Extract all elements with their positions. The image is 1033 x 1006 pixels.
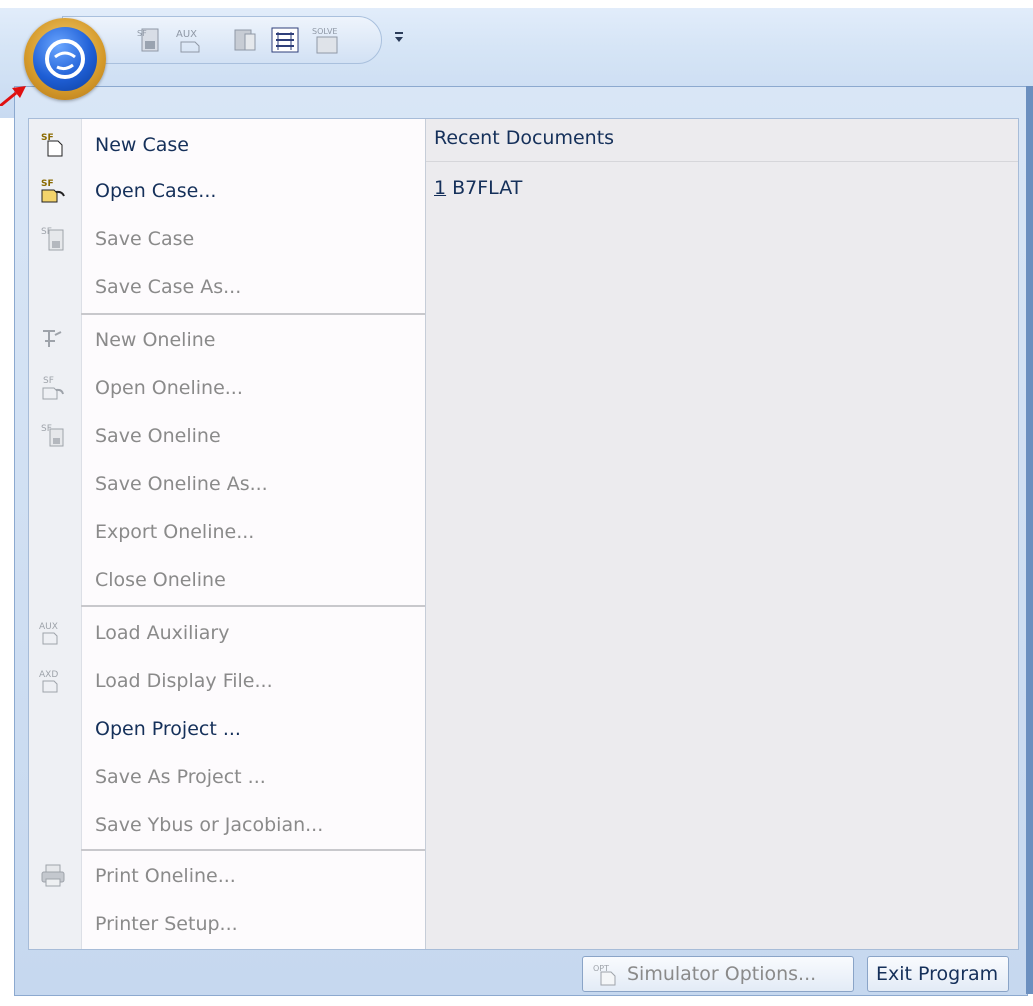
menu-item-new-oneline[interactable]: New Oneline [29, 317, 425, 363]
menu-item-label: Load Auxiliary [95, 622, 230, 644]
recent-documents-header: Recent Documents [426, 119, 1018, 162]
save-case-icon[interactable]: SF [133, 24, 165, 56]
window-right-edge [1026, 86, 1033, 994]
menu-item-save-as-project[interactable]: Save As Project ... [29, 754, 425, 800]
new-case-icon: SF [39, 130, 67, 158]
menu-item-label: Open Case... [95, 180, 217, 202]
recent-documents-title: Recent Documents [434, 127, 615, 149]
menu-item-label: Save As Project ... [95, 766, 266, 788]
exit-program-label: Exit Program [876, 963, 999, 985]
open-case-icon: SF [39, 176, 67, 204]
menu-item-label: Print Oneline... [95, 865, 236, 887]
svg-text:SOLVE: SOLVE [312, 27, 337, 36]
simulator-options-button[interactable]: OPT Simulator Options... [582, 956, 854, 992]
oneline-icon[interactable] [269, 24, 301, 56]
menu-item-label: Save Ybus or Jacobian... [95, 814, 324, 836]
options-icon: OPT [591, 962, 621, 986]
menu-item-open-project[interactable]: Open Project ... [29, 706, 425, 752]
load-auxiliary-icon[interactable]: AUX [175, 24, 207, 56]
menu-item-save-oneline-as[interactable]: Save Oneline As... [29, 461, 425, 507]
window-top-edge [0, 0, 1033, 8]
open-oneline-icon: SF [39, 373, 67, 401]
quick-access-toolbar: SF AUX SOLVE [62, 16, 382, 64]
menu-item-label: Export Oneline... [95, 521, 255, 543]
save-icon[interactable] [229, 24, 261, 56]
menu-separator [81, 313, 425, 315]
menu-item-label: Save Oneline [95, 425, 221, 447]
recent-document-item[interactable]: 1 B7FLAT [434, 177, 522, 199]
new-oneline-icon [39, 325, 67, 353]
globe-orb-icon [33, 27, 97, 91]
svg-text:SF: SF [43, 376, 54, 386]
menu-footer: OPT Simulator Options... Exit Program [14, 948, 1026, 994]
svg-text:AXD: AXD [39, 670, 58, 680]
menu-item-load-auxiliary[interactable]: AUX Load Auxiliary [29, 610, 425, 656]
menu-item-label: New Oneline [95, 329, 216, 351]
menu-item-print-oneline[interactable]: Print Oneline... [29, 853, 425, 899]
red-arrow-annotation [0, 84, 30, 108]
exit-program-button[interactable]: Exit Program [867, 956, 1009, 992]
svg-text:SF: SF [41, 179, 54, 189]
load-display-icon: AXD [39, 666, 67, 694]
load-auxiliary-icon: AUX [39, 618, 67, 646]
menu-item-label: Printer Setup... [95, 913, 238, 935]
menu-item-new-case[interactable]: SF New Case [29, 122, 425, 168]
menu-separator [81, 605, 425, 607]
menu-item-printer-setup[interactable]: Printer Setup... [29, 901, 425, 947]
menu-item-open-case[interactable]: SF Open Case... [29, 168, 425, 214]
printer-icon [39, 861, 67, 889]
menu-item-save-case[interactable]: SF Save Case [29, 216, 425, 262]
menu-item-close-oneline[interactable]: Close Oneline [29, 557, 425, 603]
menu-item-save-case-as[interactable]: Save Case As... [29, 264, 425, 310]
menu-item-load-display-file[interactable]: AXD Load Display File... [29, 658, 425, 704]
menu-item-label: Open Oneline... [95, 377, 243, 399]
simulator-options-label: Simulator Options... [627, 963, 817, 985]
menu-item-open-oneline[interactable]: SF Open Oneline... [29, 365, 425, 411]
menu-content: SF New Case SF Open Case... SF Save Case… [28, 118, 1019, 950]
svg-text:AUX: AUX [39, 622, 58, 632]
svg-text:AUX: AUX [176, 29, 197, 40]
menu-item-label: Load Display File... [95, 670, 273, 692]
menu-item-label: Save Case As... [95, 276, 242, 298]
svg-text:SF: SF [137, 29, 147, 38]
menu-item-save-oneline[interactable]: SF Save Oneline [29, 413, 425, 459]
menu-item-label: Open Project ... [95, 718, 241, 740]
save-oneline-icon: SF [39, 421, 67, 449]
menu-item-export-oneline[interactable]: Export Oneline... [29, 509, 425, 555]
menu-commands-pane: SF New Case SF Open Case... SF Save Case… [29, 119, 426, 949]
save-case-icon: SF [39, 224, 67, 252]
recent-document-index: 1 [434, 177, 447, 199]
customize-dropdown-icon[interactable] [392, 26, 408, 50]
recent-documents-pane: Recent Documents 1 B7FLAT [426, 119, 1018, 949]
menu-item-label: Save Case [95, 228, 195, 250]
application-button[interactable] [24, 18, 106, 100]
menu-item-save-ybus-jacobian[interactable]: Save Ybus or Jacobian... [29, 802, 425, 848]
recent-document-name: B7FLAT [446, 177, 523, 199]
menu-item-label: New Case [95, 134, 189, 156]
menu-separator [81, 849, 425, 851]
menu-item-label: Save Oneline As... [95, 473, 268, 495]
menu-item-label: Close Oneline [95, 569, 226, 591]
solve-icon[interactable]: SOLVE [311, 24, 343, 56]
